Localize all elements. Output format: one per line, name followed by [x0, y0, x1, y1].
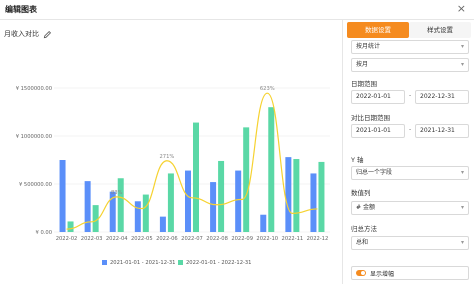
chart-mode-select[interactable]: 按月统计 ▾ — [351, 40, 469, 54]
legend-swatch-2021 — [102, 260, 107, 265]
y-tick-label: ¥ 1500000.00 — [16, 86, 52, 92]
show-growth-label: 显示增幅 — [370, 270, 395, 278]
compare-range-label: 对比日期范围 — [351, 114, 390, 122]
date-end-input[interactable]: 2022-12-31 — [415, 90, 469, 104]
settings-tabs: 数据设置 样式设置 — [347, 22, 471, 38]
chevron-down-icon: ▾ — [460, 61, 464, 68]
growth-label: 271% — [159, 154, 174, 160]
y-tick-label: ¥ 500000.00 — [19, 182, 52, 188]
y-axis-value: 归总一个字段 — [356, 169, 393, 176]
x-tick-label: 2022-07 — [181, 236, 203, 242]
chart-title: 月收入对比 — [4, 30, 39, 38]
grouping-select[interactable]: 按月 ▾ — [351, 58, 469, 72]
x-tick-label: 2022-03 — [81, 236, 103, 242]
aggregate-method-label: 归总方法 — [351, 225, 377, 233]
x-tick-label: 2022-12 — [307, 236, 329, 242]
bar-2022 — [193, 122, 199, 232]
bar-2022 — [142, 194, 149, 232]
bar-2021 — [134, 201, 141, 232]
chart-editor-dialog: 编辑图表 × ¥ 0.00 ¥ 500000.00 ¥ 1000000.00 ¥ 15… — [0, 0, 474, 284]
show-growth-row: 显示增幅 — [351, 266, 469, 280]
bar-2022 — [268, 107, 275, 232]
x-tick-label: 2022-05 — [131, 236, 153, 242]
bar-2022 — [243, 127, 250, 232]
bar-2021 — [185, 170, 191, 232]
x-tick-label: 2022-06 — [156, 236, 178, 242]
show-growth-toggle[interactable] — [356, 270, 366, 276]
compare-range-dash: - — [409, 126, 412, 133]
edit-pencil-icon[interactable] — [43, 30, 52, 39]
x-tick-label: 2022-02 — [56, 236, 78, 242]
chevron-down-icon: ▾ — [460, 204, 464, 211]
date-range-label: 日期范围 — [351, 80, 377, 88]
chevron-down-icon: ▾ — [460, 239, 464, 246]
bar-2021 — [159, 216, 166, 232]
tab-data-settings[interactable]: 数据设置 — [347, 22, 409, 38]
y-tick-label: ¥ 0.00 — [36, 230, 53, 236]
value-column-label: 数值列 — [351, 189, 371, 197]
dialog-title: 编辑图表 — [5, 5, 37, 14]
tab-style-settings[interactable]: 样式设置 — [409, 22, 471, 38]
aggregate-method-value: 总和 — [356, 239, 369, 246]
value-column-select[interactable]: # 金额 ▾ — [351, 201, 469, 215]
bar-2021 — [210, 182, 217, 232]
bar-2022 — [293, 159, 300, 232]
bar-2021 — [260, 214, 267, 232]
legend-label-2021: 2021-01-01 - 2021-12-31 — [110, 260, 175, 266]
chevron-down-icon: ▾ — [460, 43, 464, 50]
value-column-value: 金额 — [362, 204, 375, 211]
bar-2022 — [67, 221, 74, 232]
bar-2021 — [310, 173, 317, 232]
y-axis-select[interactable]: 归总一个字段 ▾ — [351, 166, 469, 180]
number-field-icon: # — [356, 204, 362, 211]
growth-line — [66, 92, 318, 230]
compare-start-input[interactable]: 2021-01-01 — [351, 124, 405, 138]
growth-label: 623% — [260, 86, 275, 92]
bar-2022 — [318, 161, 325, 232]
chart-mode-value: 按月统计 — [356, 43, 381, 50]
dialog-header: 编辑图表 × — [0, 0, 474, 20]
bar-2022 — [117, 178, 124, 232]
date-start-input[interactable]: 2022-01-01 — [351, 90, 405, 104]
bar-2022 — [167, 173, 174, 232]
x-tick-label: 2022-10 — [256, 236, 278, 242]
bar-2021 — [59, 160, 66, 232]
chart-area: ¥ 0.00 ¥ 500000.00 ¥ 1000000.00 ¥ 1500000.0… — [0, 20, 340, 284]
y-axis-label: Y 轴 — [351, 156, 364, 164]
close-icon[interactable]: × — [457, 2, 466, 15]
grouping-value: 按月 — [356, 61, 369, 68]
date-range-dash: - — [409, 92, 412, 99]
x-tick-label: 2022-09 — [231, 236, 253, 242]
legend-swatch-2022 — [178, 260, 183, 265]
bar-2021 — [285, 157, 292, 232]
chevron-down-icon: ▾ — [460, 169, 464, 176]
bar-2022 — [218, 160, 225, 232]
aggregate-method-select[interactable]: 总和 ▾ — [351, 236, 469, 250]
x-tick-label: 2022-08 — [206, 236, 228, 242]
x-tick-label: 2022-04 — [106, 236, 128, 242]
y-tick-label: ¥ 1000000.00 — [16, 134, 52, 140]
compare-end-input[interactable]: 2021-12-31 — [415, 124, 469, 138]
settings-panel: 数据设置 样式设置 按月统计 ▾ 按月 ▾ 日期范围 2022-01-01 - … — [342, 20, 474, 284]
chart-title-row: 月收入对比 — [4, 28, 52, 40]
bar-2021 — [235, 170, 242, 232]
bar-2021 — [84, 181, 91, 232]
chart-canvas: ¥ 0.00 ¥ 500000.00 ¥ 1000000.00 ¥ 1500000.0… — [16, 86, 330, 266]
legend-label-2022: 2022-01-01 - 2022-12-31 — [186, 260, 251, 266]
x-tick-label: 2022-11 — [282, 236, 304, 242]
growth-label: 83% — [111, 190, 123, 196]
